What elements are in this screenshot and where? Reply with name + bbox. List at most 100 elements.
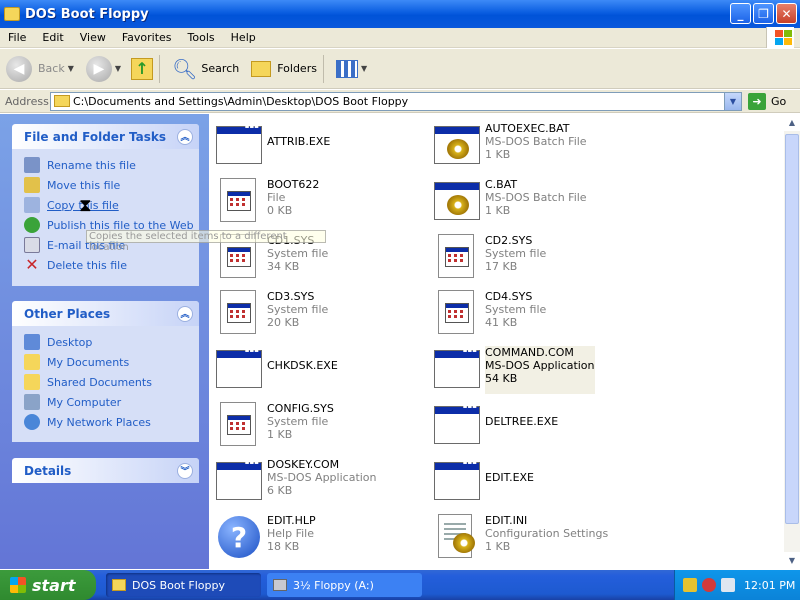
file-item[interactable]: C.BAT MS-DOS Batch File 1 KB [432, 174, 650, 226]
taskbar-tab-dos-boot-floppy[interactable]: DOS Boot Floppy [106, 573, 261, 597]
taskbar-tab-floppy-drive[interactable]: 3½ Floppy (A:) [267, 573, 422, 597]
taskbar-tab-label: DOS Boot Floppy [132, 578, 226, 592]
delete-file-link[interactable]: ✕ Delete this file [24, 255, 199, 275]
file-icon [432, 344, 480, 392]
address-input[interactable]: C:\Documents and Settings\Admin\Desktop\… [50, 91, 742, 111]
folder-icon [24, 374, 40, 390]
security-shield-icon[interactable] [683, 578, 697, 592]
file-type: Configuration Settings [485, 527, 609, 540]
chevron-down-icon[interactable]: ▼ [68, 64, 74, 73]
file-item[interactable]: CD4.SYS System file 41 KB [432, 286, 650, 338]
place-desktop[interactable]: Desktop [24, 332, 199, 352]
file-icon [214, 288, 262, 336]
chevron-down-icon: ▼ [360, 64, 368, 73]
speaker-icon[interactable] [721, 578, 735, 592]
folder-up-icon: ↑ [131, 57, 154, 80]
file-item[interactable]: CHKDSK.EXE [214, 342, 432, 394]
file-size: 1 KB [267, 428, 293, 441]
file-item[interactable]: CD3.SYS System file 20 KB [214, 286, 432, 338]
file-item[interactable]: EDIT.INI Configuration Settings 1 KB [432, 510, 650, 562]
folders-button[interactable]: Folders [251, 60, 317, 77]
menu-help[interactable]: Help [223, 31, 264, 44]
help-question-icon: ? [218, 516, 260, 558]
file-item[interactable]: DELTREE.EXE [432, 398, 650, 450]
file-size: 41 KB [485, 316, 518, 329]
collapse-icon[interactable]: ︽ [177, 128, 193, 145]
window-title: DOS Boot Floppy [25, 6, 149, 22]
vertical-scrollbar[interactable]: ▲ ▼ [784, 114, 800, 569]
close-button[interactable]: ✕ [776, 3, 797, 24]
place-my-computer[interactable]: My Computer [24, 392, 199, 412]
menu-tools[interactable]: Tools [180, 31, 223, 44]
search-button[interactable]: 🔍︎ Search [172, 57, 239, 81]
up-button[interactable]: ↑ [131, 57, 154, 80]
batch-gear-icon [434, 126, 480, 164]
place-shared-documents[interactable]: Shared Documents [24, 372, 199, 392]
toolbar: ◀ Back ▼ ▶ ▼ ↑ 🔍︎ Search Folders ▼ [0, 49, 800, 89]
file-item[interactable]: BOOT622 File 0 KB [214, 174, 432, 226]
minimize-button[interactable]: _ [730, 3, 751, 24]
menu-edit[interactable]: Edit [34, 31, 71, 44]
panel-header[interactable]: Details ︾ [12, 458, 199, 483]
rename-file-link[interactable]: Rename this file [24, 155, 199, 175]
file-type: MS-DOS Batch File [485, 191, 587, 204]
menu-file[interactable]: File [0, 31, 34, 44]
collapse-icon[interactable]: ︽ [177, 305, 193, 322]
expand-icon[interactable]: ︾ [177, 462, 193, 479]
file-icon [432, 232, 480, 280]
scroll-thumb[interactable] [785, 134, 799, 524]
file-item[interactable]: ATTRIB.EXE [214, 118, 432, 170]
file-item[interactable]: DOSKEY.COMMS-DOS Application6 KB [214, 454, 432, 506]
scroll-down-icon[interactable]: ▼ [784, 552, 800, 569]
file-name: ATTRIB.EXE [267, 135, 331, 148]
file-icon: ? [214, 512, 262, 560]
file-icon [432, 288, 480, 336]
place-label: Desktop [47, 335, 93, 349]
back-button[interactable]: ◀ Back ▼ [6, 55, 74, 82]
place-my-documents[interactable]: My Documents [24, 352, 199, 372]
file-type: System file [267, 303, 329, 316]
views-button[interactable]: ▼ [335, 59, 368, 78]
clock[interactable]: 12:01 PM [744, 579, 795, 592]
forward-button[interactable]: ▶ ▼ [85, 55, 121, 82]
place-label: My Computer [47, 395, 122, 409]
scroll-up-icon[interactable]: ▲ [784, 114, 800, 131]
email-icon [24, 237, 40, 253]
chevron-down-icon[interactable]: ▼ [115, 64, 121, 73]
panel-title: Details [24, 463, 72, 478]
title-bar[interactable]: DOS Boot Floppy _ ❐ ✕ [0, 0, 800, 28]
maximize-button[interactable]: ❐ [753, 3, 774, 24]
file-item[interactable]: COMMAND.COMMS-DOS Application54 KB [432, 342, 650, 394]
delete-x-icon: ✕ [25, 255, 39, 274]
move-file-link[interactable]: Move this file [24, 175, 199, 195]
file-size: 6 KB [267, 484, 293, 497]
start-button[interactable]: start [0, 570, 96, 600]
computer-icon [24, 394, 40, 410]
menu-view[interactable]: View [72, 31, 114, 44]
tooltip: Copies the selected items to a different… [86, 230, 326, 253]
antivirus-icon[interactable] [702, 578, 716, 592]
copy-file-link[interactable]: Copy this file [24, 195, 199, 215]
toolbar-divider [322, 54, 324, 83]
system-file-icon [220, 402, 256, 446]
file-item[interactable]: AUTOEXEC.BAT MS-DOS Batch File 1 KB [432, 118, 650, 170]
chevron-down-icon[interactable]: ▼ [724, 92, 741, 110]
file-type: System file [485, 303, 547, 316]
hourglass-cursor-icon: ⧗ [79, 195, 92, 216]
task-label: Rename this file [47, 158, 136, 172]
file-item[interactable]: CONFIG.SYS System file 1 KB [214, 398, 432, 450]
file-icon [214, 344, 262, 392]
file-icon [432, 120, 480, 168]
file-folder-tasks-panel: File and Folder Tasks ︽ Rename this file… [12, 124, 199, 286]
panel-header[interactable]: Other Places ︽ [12, 301, 199, 326]
search-label: Search [201, 62, 240, 75]
file-size: 1 KB [485, 204, 511, 217]
file-item[interactable]: CD2.SYS System file 17 KB [432, 230, 650, 282]
place-my-network-places[interactable]: My Network Places [24, 412, 199, 432]
file-item[interactable]: EDIT.EXE [432, 454, 650, 506]
go-button[interactable]: ➜ Go [748, 92, 786, 110]
menu-favorites[interactable]: Favorites [114, 31, 180, 44]
panel-header[interactable]: File and Folder Tasks ︽ [12, 124, 199, 149]
file-item[interactable]: ? EDIT.HLP Help File 18 KB [214, 510, 432, 562]
file-icon [432, 176, 480, 224]
